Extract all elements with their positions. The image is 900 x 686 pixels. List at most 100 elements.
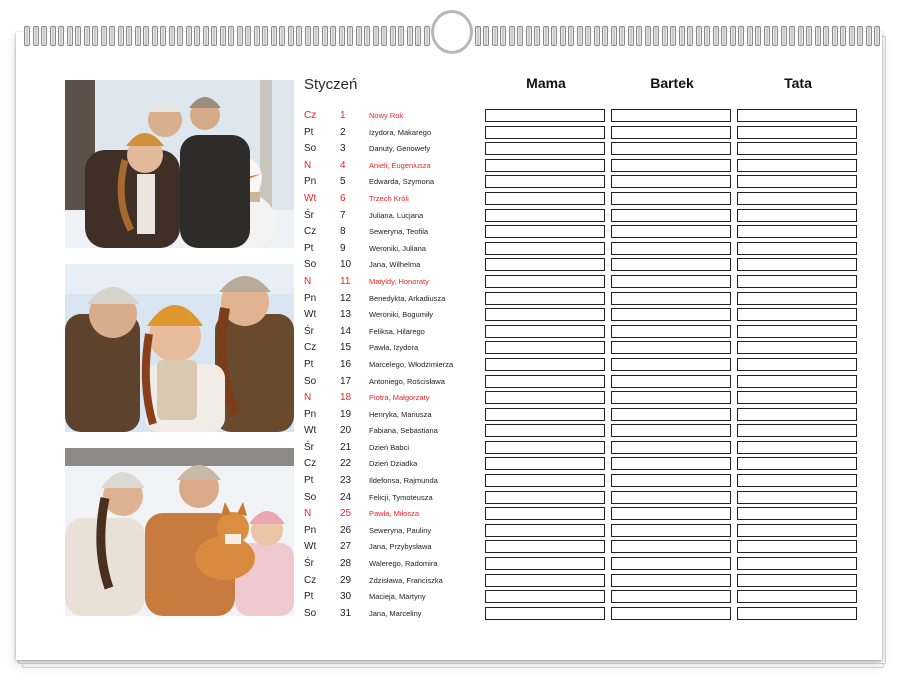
day-of-week: N [304, 159, 312, 171]
mama-entry-box[interactable] [485, 590, 605, 604]
tata-entry-box[interactable] [737, 324, 857, 338]
mama-entry-box[interactable] [485, 374, 605, 388]
mama-entry-box[interactable] [485, 540, 605, 554]
bartek-entry-box[interactable] [611, 490, 731, 504]
tata-entry-box[interactable] [737, 507, 857, 521]
mama-entry-box[interactable] [485, 291, 605, 305]
mama-entry-box[interactable] [485, 557, 605, 571]
bartek-entry-box[interactable] [611, 324, 731, 338]
mama-entry-box[interactable] [485, 407, 605, 421]
mama-entry-box[interactable] [485, 208, 605, 222]
tata-entry-box[interactable] [737, 424, 857, 438]
tata-entry-box[interactable] [737, 142, 857, 156]
bartek-entry-box[interactable] [611, 158, 731, 172]
bartek-entry-box[interactable] [611, 590, 731, 604]
mama-entry-box[interactable] [485, 324, 605, 338]
mama-entry-box[interactable] [485, 274, 605, 288]
tata-entry-box[interactable] [737, 125, 857, 139]
bartek-entry-box[interactable] [611, 457, 731, 471]
tata-entry-box[interactable] [737, 557, 857, 571]
bartek-entry-box[interactable] [611, 540, 731, 554]
tata-entry-box[interactable] [737, 523, 857, 537]
tata-entry-box[interactable] [737, 490, 857, 504]
tata-entry-box[interactable] [737, 175, 857, 189]
bartek-entry-box[interactable] [611, 225, 731, 239]
tata-entry-box[interactable] [737, 341, 857, 355]
mama-entry-box[interactable] [485, 125, 605, 139]
tata-entry-box[interactable] [737, 291, 857, 305]
tata-entry-box[interactable] [737, 225, 857, 239]
bartek-entry-box[interactable] [611, 109, 731, 122]
binding-coil [840, 26, 846, 46]
bartek-entry-box[interactable] [611, 474, 731, 488]
mama-entry-box[interactable] [485, 424, 605, 438]
bartek-entry-box[interactable] [611, 440, 731, 454]
tata-entry-box[interactable] [737, 474, 857, 488]
bartek-entry-box[interactable] [611, 125, 731, 139]
mama-entry-box[interactable] [485, 606, 605, 620]
mama-entry-box[interactable] [485, 142, 605, 156]
bartek-entry-box[interactable] [611, 573, 731, 587]
bartek-entry-box[interactable] [611, 175, 731, 189]
tata-entry-box[interactable] [737, 208, 857, 222]
mama-entry-box[interactable] [485, 341, 605, 355]
bartek-entry-box[interactable] [611, 507, 731, 521]
binding-coil [559, 26, 566, 46]
tata-entry-box[interactable] [737, 274, 857, 288]
mama-entry-box[interactable] [485, 440, 605, 454]
tata-entry-box[interactable] [737, 391, 857, 405]
mama-entry-box[interactable] [485, 225, 605, 239]
mama-entry-box[interactable] [485, 158, 605, 172]
bartek-entry-box[interactable] [611, 407, 731, 421]
tata-entry-box[interactable] [737, 573, 857, 587]
bartek-entry-box[interactable] [611, 274, 731, 288]
day-number: 13 [340, 309, 352, 321]
tata-entry-box[interactable] [737, 407, 857, 421]
mama-entry-box[interactable] [485, 507, 605, 521]
tata-entry-box[interactable] [737, 241, 857, 255]
bartek-entry-box[interactable] [611, 258, 731, 272]
bartek-entry-box[interactable] [611, 357, 731, 371]
tata-entry-box[interactable] [737, 258, 857, 272]
tata-entry-box[interactable] [737, 606, 857, 620]
mama-entry-box[interactable] [485, 241, 605, 255]
mama-entry-box[interactable] [485, 258, 605, 272]
mama-entry-box[interactable] [485, 490, 605, 504]
bartek-entry-box[interactable] [611, 391, 731, 405]
bartek-entry-box[interactable] [611, 341, 731, 355]
mama-entry-box[interactable] [485, 523, 605, 537]
bartek-entry-box[interactable] [611, 208, 731, 222]
day-row: Pt 30 Macieja, Martyny [304, 589, 864, 606]
bartek-entry-box[interactable] [611, 424, 731, 438]
mama-entry-box[interactable] [485, 474, 605, 488]
mama-entry-box[interactable] [485, 391, 605, 405]
bartek-entry-box[interactable] [611, 557, 731, 571]
mama-entry-box[interactable] [485, 357, 605, 371]
mama-entry-box[interactable] [485, 191, 605, 205]
bartek-entry-box[interactable] [611, 142, 731, 156]
mama-entry-box[interactable] [485, 573, 605, 587]
bartek-entry-box[interactable] [611, 291, 731, 305]
tata-entry-box[interactable] [737, 440, 857, 454]
bartek-entry-box[interactable] [611, 523, 731, 537]
day-row: Śr 7 Juliana, Lucjana [304, 208, 864, 225]
tata-entry-box[interactable] [737, 191, 857, 205]
tata-entry-box[interactable] [737, 357, 857, 371]
bartek-entry-box[interactable] [611, 606, 731, 620]
tata-entry-box[interactable] [737, 590, 857, 604]
tata-entry-box[interactable] [737, 457, 857, 471]
binding-coil [304, 26, 311, 46]
tata-entry-box[interactable] [737, 540, 857, 554]
mama-entry-box[interactable] [485, 109, 605, 122]
bartek-entry-box[interactable] [611, 308, 731, 322]
bartek-entry-box[interactable] [611, 374, 731, 388]
mama-entry-box[interactable] [485, 308, 605, 322]
mama-entry-box[interactable] [485, 457, 605, 471]
tata-entry-box[interactable] [737, 109, 857, 122]
mama-entry-box[interactable] [485, 175, 605, 189]
bartek-entry-box[interactable] [611, 241, 731, 255]
tata-entry-box[interactable] [737, 308, 857, 322]
tata-entry-box[interactable] [737, 374, 857, 388]
tata-entry-box[interactable] [737, 158, 857, 172]
bartek-entry-box[interactable] [611, 191, 731, 205]
